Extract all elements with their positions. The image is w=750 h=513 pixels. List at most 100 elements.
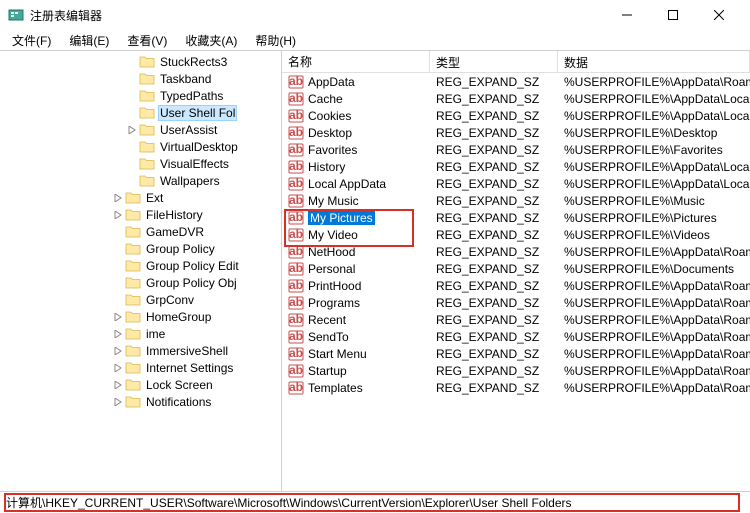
string-value-icon: ab <box>288 91 304 107</box>
value-name: Favorites <box>308 143 357 157</box>
value-name: Cookies <box>308 109 351 123</box>
list-row[interactable]: abMy VideoREG_EXPAND_SZ%USERPROFILE%\Vid… <box>282 226 750 243</box>
menu-edit[interactable]: 编辑(E) <box>61 30 117 51</box>
list-row[interactable]: abAppDataREG_EXPAND_SZ%USERPROFILE%\AppD… <box>282 73 750 90</box>
list-row[interactable]: abTemplatesREG_EXPAND_SZ%USERPROFILE%\Ap… <box>282 379 750 396</box>
tree-item[interactable]: Internet Settings <box>0 359 281 376</box>
value-type: REG_EXPAND_SZ <box>430 279 558 293</box>
menu-favorites[interactable]: 收藏夹(A) <box>177 30 245 51</box>
tree-item[interactable]: Ext <box>0 189 281 206</box>
tree-item[interactable]: Taskband <box>0 70 281 87</box>
string-value-icon: ab <box>288 108 304 124</box>
list-row[interactable]: abPersonalREG_EXPAND_SZ%USERPROFILE%\Doc… <box>282 260 750 277</box>
list-row[interactable]: abSendToREG_EXPAND_SZ%USERPROFILE%\AppDa… <box>282 328 750 345</box>
tree-item[interactable]: ImmersiveShell <box>0 342 281 359</box>
list-row[interactable]: abMy PicturesREG_EXPAND_SZ%USERPROFILE%\… <box>282 209 750 226</box>
app-icon <box>8 7 24 23</box>
list-row[interactable]: abStartupREG_EXPAND_SZ%USERPROFILE%\AppD… <box>282 362 750 379</box>
col-header-type[interactable]: 类型 <box>430 51 558 72</box>
tree-item[interactable]: Group Policy <box>0 240 281 257</box>
value-type: REG_EXPAND_SZ <box>430 211 558 225</box>
list-row[interactable]: abNetHoodREG_EXPAND_SZ%USERPROFILE%\AppD… <box>282 243 750 260</box>
tree-item[interactable]: Notifications <box>0 393 281 410</box>
list-row[interactable]: abPrintHoodREG_EXPAND_SZ%USERPROFILE%\Ap… <box>282 277 750 294</box>
expand-icon[interactable] <box>112 330 124 338</box>
value-data: %USERPROFILE%\Favorites <box>558 143 750 157</box>
tree-item[interactable]: Group Policy Obj <box>0 274 281 291</box>
list-row[interactable]: abDesktopREG_EXPAND_SZ%USERPROFILE%\Desk… <box>282 124 750 141</box>
expand-icon[interactable] <box>112 194 124 202</box>
expand-icon[interactable] <box>112 364 124 372</box>
folder-icon <box>125 378 141 392</box>
tree-pane[interactable]: StuckRects3TaskbandTypedPathsUser Shell … <box>0 51 282 491</box>
value-data: %USERPROFILE%\AppData\Local\N <box>558 109 750 123</box>
svg-text:ab: ab <box>289 74 303 88</box>
value-data: %USERPROFILE%\AppData\Local <box>558 177 750 191</box>
list-row[interactable]: abFavoritesREG_EXPAND_SZ%USERPROFILE%\Fa… <box>282 141 750 158</box>
tree-item[interactable]: UserAssist <box>0 121 281 138</box>
expand-icon[interactable] <box>112 347 124 355</box>
list-row[interactable]: abRecentREG_EXPAND_SZ%USERPROFILE%\AppDa… <box>282 311 750 328</box>
folder-icon <box>125 361 141 375</box>
tree-item-label: Wallpapers <box>158 174 222 188</box>
tree-item[interactable]: FileHistory <box>0 206 281 223</box>
svg-text:ab: ab <box>289 227 303 241</box>
svg-text:ab: ab <box>289 91 303 105</box>
value-data: %USERPROFILE%\AppData\Roamin <box>558 313 750 327</box>
tree-item[interactable]: User Shell Fol <box>0 104 281 121</box>
value-name: My Music <box>308 194 359 208</box>
list-row[interactable]: abCacheREG_EXPAND_SZ%USERPROFILE%\AppDat… <box>282 90 750 107</box>
tree-item-label: Ext <box>144 191 165 205</box>
value-data: %USERPROFILE%\AppData\Roamin <box>558 245 750 259</box>
string-value-icon: ab <box>288 244 304 260</box>
value-type: REG_EXPAND_SZ <box>430 92 558 106</box>
expand-icon[interactable] <box>112 398 124 406</box>
tree-item[interactable]: Wallpapers <box>0 172 281 189</box>
svg-text:ab: ab <box>289 193 303 207</box>
tree-item[interactable]: ime <box>0 325 281 342</box>
svg-text:ab: ab <box>289 380 303 394</box>
svg-text:ab: ab <box>289 210 303 224</box>
string-value-icon: ab <box>288 380 304 396</box>
string-value-icon: ab <box>288 363 304 379</box>
list-row[interactable]: ab Cookies REG_EXPAND_SZ%USERPROFILE%\AppD… <box>282 107 750 124</box>
menu-help[interactable]: 帮助(H) <box>247 30 304 51</box>
tree-item[interactable]: GameDVR <box>0 223 281 240</box>
value-name: AppData <box>308 75 355 89</box>
close-button[interactable] <box>696 0 742 30</box>
tree-item-label: FileHistory <box>144 208 205 222</box>
value-type: REG_EXPAND_SZ <box>430 381 558 395</box>
minimize-button[interactable] <box>604 0 650 30</box>
value-type: REG_EXPAND_SZ <box>430 109 558 123</box>
list-row[interactable]: abStart MenuREG_EXPAND_SZ%USERPROFILE%\A… <box>282 345 750 362</box>
menu-view[interactable]: 查看(V) <box>119 30 175 51</box>
tree-item[interactable]: Group Policy Edit <box>0 257 281 274</box>
tree-item[interactable]: TypedPaths <box>0 87 281 104</box>
list-pane[interactable]: 名称 类型 数据 abAppDataREG_EXPAND_SZ%USERPROF… <box>282 51 750 491</box>
list-row[interactable]: abMy MusicREG_EXPAND_SZ%USERPROFILE%\Mus… <box>282 192 750 209</box>
list-row[interactable]: abLocal AppDataREG_EXPAND_SZ%USERPROFILE… <box>282 175 750 192</box>
tree-item[interactable]: Lock Screen <box>0 376 281 393</box>
col-header-data[interactable]: 数据 <box>558 51 750 72</box>
tree-item[interactable]: HomeGroup <box>0 308 281 325</box>
tree-item[interactable]: VisualEffects <box>0 155 281 172</box>
list-row[interactable]: abProgramsREG_EXPAND_SZ%USERPROFILE%\App… <box>282 294 750 311</box>
tree-item[interactable]: GrpConv <box>0 291 281 308</box>
list-header: 名称 类型 数据 <box>282 51 750 73</box>
expand-icon[interactable] <box>126 126 138 134</box>
tree-item-label: Lock Screen <box>144 378 215 392</box>
tree-item[interactable]: VirtualDesktop <box>0 138 281 155</box>
value-name: My Pictures <box>308 211 375 225</box>
tree-item[interactable]: StuckRects3 <box>0 53 281 70</box>
folder-icon <box>139 140 155 154</box>
menu-file[interactable]: 文件(F) <box>4 30 59 51</box>
value-name: Local AppData <box>308 177 386 191</box>
expand-icon[interactable] <box>112 381 124 389</box>
expand-icon[interactable] <box>112 313 124 321</box>
expand-icon[interactable] <box>112 211 124 219</box>
string-value-icon: ab <box>288 227 304 243</box>
list-row[interactable]: abHistoryREG_EXPAND_SZ%USERPROFILE%\AppD… <box>282 158 750 175</box>
col-header-name[interactable]: 名称 <box>282 51 430 72</box>
maximize-button[interactable] <box>650 0 696 30</box>
value-name: Programs <box>308 296 360 310</box>
